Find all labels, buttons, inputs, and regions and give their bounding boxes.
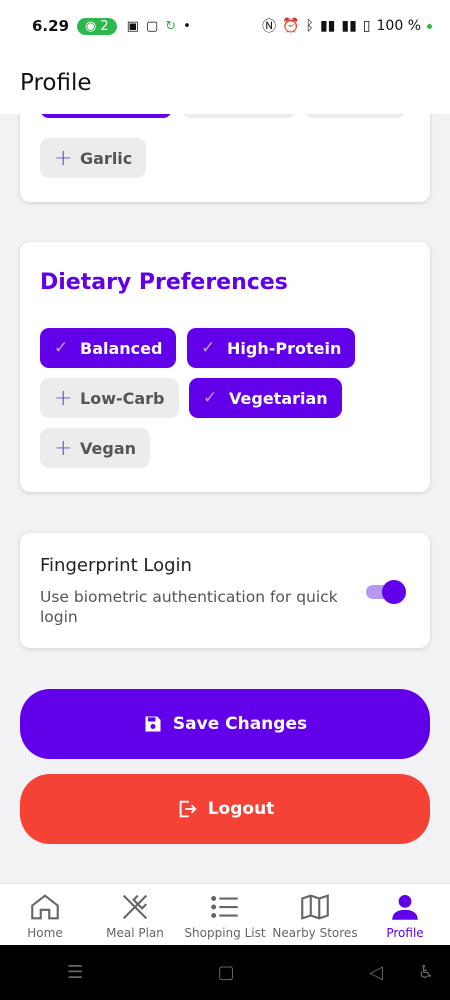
fingerprint-card: Fingerprint Login Use biometric authenti… (20, 533, 430, 648)
home-icon (31, 894, 59, 920)
back-icon[interactable]: ◁ (369, 962, 383, 983)
logout-label: Logout (207, 799, 275, 819)
map-icon (301, 894, 329, 920)
page-title: Profile (20, 70, 92, 96)
profile-content[interactable]: + Garlic Dietary Preferences ✓ Balanced … (0, 114, 450, 883)
battery-icon: ▯ (362, 18, 371, 34)
fingerprint-toggle[interactable] (366, 579, 406, 605)
hotspot-icon: ◉ (85, 18, 97, 34)
nav-meal-plan[interactable]: Meal Plan (90, 884, 180, 945)
nav-label: Profile (386, 926, 424, 940)
nav-nearby-stores[interactable]: Nearby Stores (270, 884, 360, 945)
nav-home[interactable]: Home (0, 884, 90, 945)
status-bar: 6.29 ◉ 2 ▣ ▢ ↻ • Ⓝ ⏰ ᛒ ▮▮ ▮▮ ▯ 100 % (0, 0, 450, 52)
plus-icon: + (54, 385, 73, 411)
check-icon: ✓ (54, 338, 69, 358)
save-label: Save Changes (172, 714, 308, 734)
nav-shopping-list[interactable]: Shopping List (180, 884, 270, 945)
chip-low-carb[interactable]: + Low-Carb (40, 378, 179, 418)
more-dot-icon: • (183, 18, 191, 34)
chip-high-protein[interactable]: ✓ High-Protein (187, 328, 356, 368)
toggle-thumb (382, 580, 406, 604)
check-icon: ✓ (203, 388, 218, 408)
hotspot-count: 2 (100, 18, 109, 34)
ingredients-card: + Garlic (20, 114, 430, 202)
nav-label: Meal Plan (106, 926, 164, 940)
bottom-navigation: Home Meal Plan Shopping List Nearby Stor… (0, 883, 450, 945)
utensils-icon (122, 894, 148, 920)
chip-vegan[interactable]: + Vegan (40, 428, 150, 468)
nav-label: Nearby Stores (272, 926, 358, 940)
fingerprint-description: Use biometric authentication for quick l… (40, 588, 338, 626)
plus-icon: + (54, 145, 73, 171)
system-indicators: Ⓝ ⏰ ᛒ ▮▮ ▮▮ ▯ 100 % (262, 16, 432, 36)
chip-label: Garlic (80, 148, 133, 168)
chip-label: High-Protein (227, 338, 342, 358)
chip-vegetarian[interactable]: ✓ Vegetarian (189, 378, 342, 418)
signal-4g-icon: ▮▮ (319, 18, 336, 34)
nav-label: Home (27, 926, 63, 940)
chip-balanced[interactable]: ✓ Balanced (40, 328, 177, 368)
sync-icon: ↻ (165, 18, 177, 34)
save-icon (145, 716, 161, 732)
nfc-icon: Ⓝ (262, 19, 277, 35)
signal-icon: ▮▮ (341, 18, 357, 34)
logout-button[interactable]: Logout (20, 774, 430, 844)
chip-label: Vegan (80, 438, 136, 458)
fingerprint-title: Fingerprint Login (40, 555, 192, 576)
dietary-preferences-card: Dietary Preferences ✓ Balanced ✓ High-Pr… (20, 242, 430, 492)
person-icon (392, 894, 418, 920)
chip-garlic[interactable]: + Garlic (40, 138, 147, 178)
hotspot-badge: ◉ 2 (77, 17, 117, 35)
chip-hidden-selected[interactable] (40, 114, 172, 118)
alarm-icon: ⏰ (282, 18, 300, 34)
nav-profile[interactable]: Profile (360, 884, 450, 945)
home-button-icon[interactable]: ▢ (218, 962, 235, 983)
chip-label: Balanced (80, 338, 163, 358)
accessibility-icon[interactable]: ♿ (418, 962, 434, 983)
list-icon (211, 896, 238, 918)
system-navigation-bar: ☰ ▢ ◁ ♿ (0, 945, 450, 1000)
plus-icon: + (54, 435, 73, 461)
recents-icon[interactable]: ☰ (67, 962, 83, 983)
chip-label: Low-Carb (80, 388, 165, 408)
teams-icon: ▣ (126, 18, 139, 34)
check-icon: ✓ (201, 338, 216, 358)
logout-icon (179, 800, 197, 818)
app-bar: Profile (0, 52, 450, 114)
app-icon: ▢ (145, 18, 159, 34)
bluetooth-icon: ᛒ (305, 18, 314, 34)
chip-hidden-1[interactable] (182, 114, 296, 118)
battery-level: 100 % (376, 18, 421, 34)
chip-label: Vegetarian (229, 388, 328, 408)
chip-hidden-2[interactable] (305, 114, 405, 118)
save-changes-button[interactable]: Save Changes (20, 689, 430, 759)
notification-icons: ▣ ▢ ↻ • (127, 19, 191, 34)
dietary-preferences-title: Dietary Preferences (40, 270, 288, 295)
nav-label: Shopping List (184, 926, 266, 940)
status-time: 6.29 (32, 17, 70, 35)
privacy-dot-icon (427, 23, 432, 29)
